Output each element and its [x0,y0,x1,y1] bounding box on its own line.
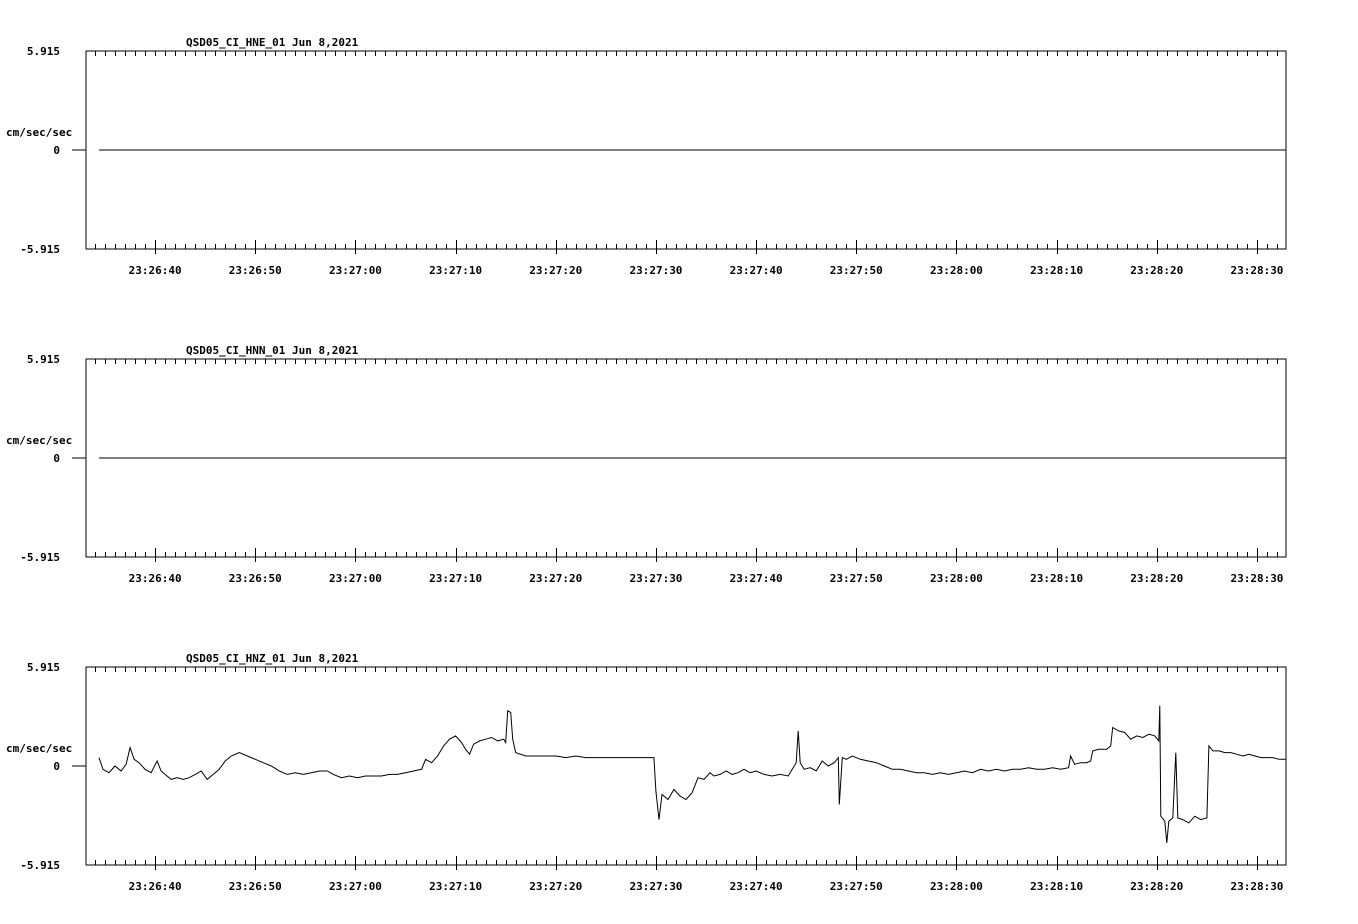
x-tick-label: 23:28:00 [930,880,983,893]
y-tick-label-min: -5.915 [20,243,60,256]
x-tick-label: 23:27:30 [629,264,682,277]
x-tick-label: 23:26:40 [129,880,182,893]
x-tick-label: 23:28:30 [1230,880,1283,893]
x-tick-label: 23:27:30 [629,572,682,585]
y-tick-label-max: 5.915 [27,353,60,366]
y-tick-label-max: 5.915 [27,661,60,674]
channel-panel-2: QSD05_CI_HNN_01 Jun 8,2021 5.915 0 -5.915 cm… [6,344,1287,585]
x-tick-label: 23:28:10 [1030,264,1083,277]
x-tick-label: 23:27:00 [329,264,382,277]
x-tick-label: 23:27:10 [429,264,482,277]
x-tick-label: 23:27:40 [730,880,783,893]
y-axis-label: cm/sec/sec [6,126,72,139]
x-tick-label: 23:27:40 [730,264,783,277]
y-tick-label-zero: 0 [53,760,60,773]
x-tick-label: 23:27:50 [830,880,883,893]
x-tick-label: 23:26:50 [229,880,282,893]
x-tick-label: 23:28:10 [1030,880,1083,893]
y-tick-label-zero: 0 [53,144,60,157]
x-tick-label: 23:27:30 [629,880,682,893]
y-tick-label-zero: 0 [53,452,60,465]
x-tick-label: 23:27:10 [429,880,482,893]
y-axis-label: cm/sec/sec [6,434,72,447]
plot-frame [85,666,1287,866]
x-tick-label: 23:28:30 [1230,572,1283,585]
y-tick-label-min: -5.915 [20,859,60,872]
channel-title: QSD05_CI_HNZ_01 Jun 8,2021 [186,652,359,665]
channel-panel-3: QSD05_CI_HNZ_01 Jun 8,2021 5.915 0 -5.915 cm… [6,652,1287,893]
waveform-trace [98,705,1286,844]
channel-title: QSD05_CI_HNE_01 Jun 8,2021 [186,36,359,49]
x-tick-label: 23:28:20 [1130,572,1183,585]
x-tick-label: 23:28:30 [1230,264,1283,277]
x-tick-label: 23:27:20 [529,880,582,893]
x-tick-label: 23:27:20 [529,572,582,585]
x-tick-label: 23:27:20 [529,264,582,277]
y-axis-label: cm/sec/sec [6,742,72,755]
x-tick-label: 23:27:00 [329,880,382,893]
x-tick-label: 23:27:50 [830,572,883,585]
x-tick-label: 23:26:40 [129,264,182,277]
x-tick-label: 23:26:40 [129,572,182,585]
x-tick-label: 23:28:10 [1030,572,1083,585]
channel-title: QSD05_CI_HNN_01 Jun 8,2021 [186,344,359,357]
x-tick-label: 23:27:10 [429,572,482,585]
x-tick-label: 23:28:20 [1130,264,1183,277]
x-tick-label: 23:26:50 [229,264,282,277]
y-tick-label-max: 5.915 [27,45,60,58]
x-tick-label: 23:27:00 [329,572,382,585]
x-tick-label: 23:26:50 [229,572,282,585]
channel-panel-1: QSD05_CI_HNE_01 Jun 8,2021 5.915 0 -5.915 cm… [6,36,1287,277]
x-tick-label: 23:28:20 [1130,880,1183,893]
x-tick-label: 23:27:50 [830,264,883,277]
y-tick-label-min: -5.915 [20,551,60,564]
seismogram-figure: QSD05_CI_HNE_01 Jun 8,2021 5.915 0 -5.915 cm… [6,36,1287,893]
x-tick-label: 23:28:00 [930,572,983,585]
x-tick-label: 23:28:00 [930,264,983,277]
x-tick-label: 23:27:40 [730,572,783,585]
